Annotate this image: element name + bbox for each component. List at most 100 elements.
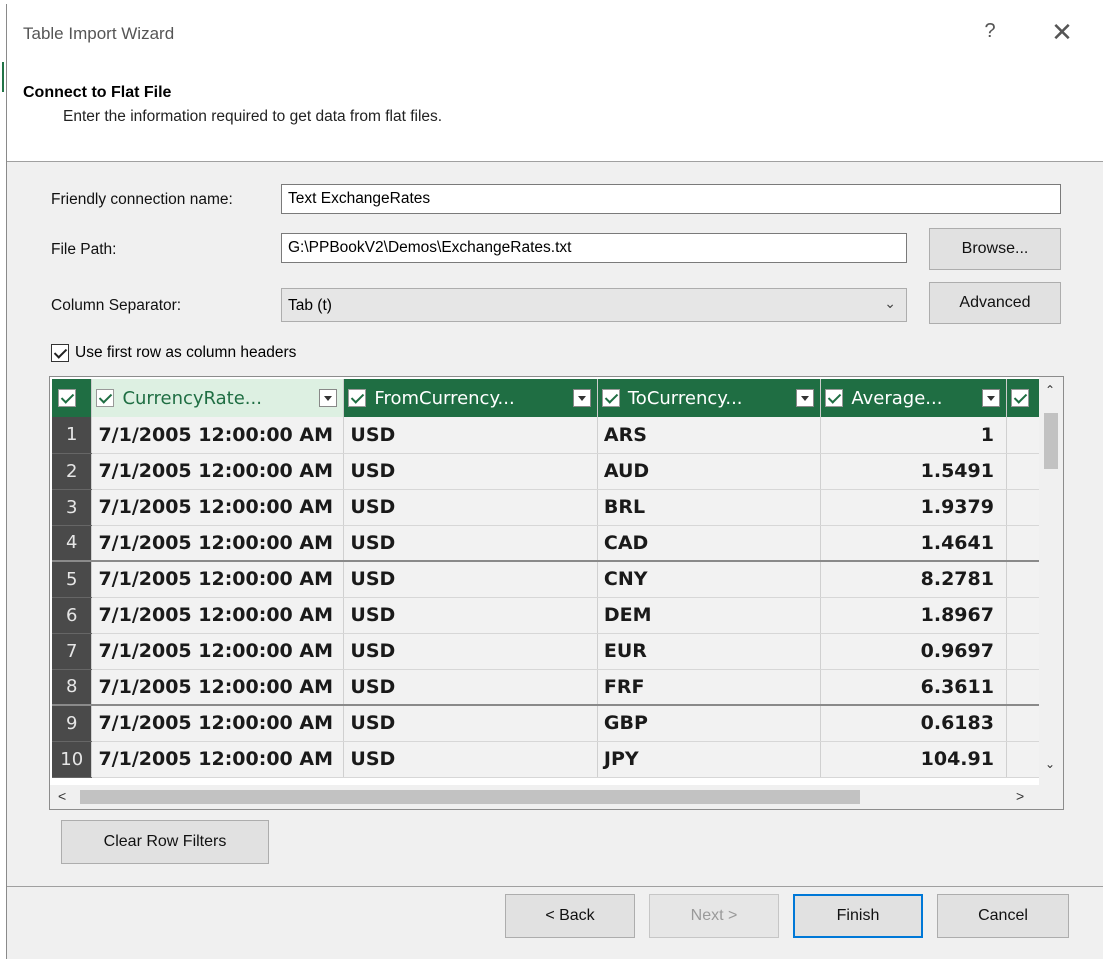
wizard-header: Connect to Flat File Enter the informati… bbox=[7, 62, 1103, 162]
cell-from-currency: USD bbox=[343, 633, 598, 670]
column-checkbox[interactable] bbox=[825, 388, 844, 407]
cell-partial bbox=[1006, 741, 1043, 778]
filter-dropdown-icon[interactable] bbox=[981, 389, 1000, 407]
cell-from-currency: USD bbox=[343, 597, 598, 634]
advanced-button[interactable]: Advanced bbox=[929, 282, 1061, 324]
clear-row-filters-button[interactable]: Clear Row Filters bbox=[61, 820, 269, 864]
browse-button[interactable]: Browse... bbox=[929, 228, 1061, 270]
table-row[interactable]: 5 7/1/2005 12:00:00 AM USD CNY 8.2781 bbox=[52, 561, 1043, 598]
header-row: CurrencyRate... FromCurrency... ToCurren… bbox=[52, 379, 1043, 417]
filter-dropdown-icon[interactable] bbox=[796, 389, 815, 407]
scroll-left-icon[interactable]: < bbox=[58, 788, 66, 804]
select-all-checkbox[interactable] bbox=[52, 379, 93, 417]
scroll-right-icon[interactable]: > bbox=[1016, 788, 1024, 804]
row-number: 7 bbox=[52, 633, 93, 670]
cancel-button[interactable]: Cancel bbox=[937, 894, 1069, 938]
next-button[interactable]: Next > bbox=[649, 894, 779, 938]
column-checkbox[interactable] bbox=[601, 388, 620, 407]
column-separator-select[interactable]: Tab (t) ⌄ bbox=[281, 288, 907, 322]
table-row[interactable]: 7 7/1/2005 12:00:00 AM USD EUR 0.9697 bbox=[52, 633, 1043, 670]
column-header-partial[interactable] bbox=[1006, 379, 1043, 417]
column-header-currencyrate[interactable]: CurrencyRate... bbox=[91, 379, 345, 417]
cell-average-rate: 1.9379 bbox=[820, 489, 1007, 526]
vertical-scrollbar[interactable]: ⌃ ⌄ bbox=[1039, 377, 1063, 787]
table-row[interactable]: 4 7/1/2005 12:00:00 AM USD CAD 1.4641 bbox=[52, 525, 1043, 562]
cell-average-rate: 1.5491 bbox=[820, 453, 1007, 490]
cell-to-currency: BRL bbox=[597, 489, 822, 526]
cell-to-currency: CAD bbox=[597, 525, 822, 562]
vertical-scroll-thumb[interactable] bbox=[1044, 413, 1058, 469]
cell-average-rate: 1 bbox=[820, 417, 1007, 454]
table-row[interactable]: 6 7/1/2005 12:00:00 AM USD DEM 1.8967 bbox=[52, 597, 1043, 634]
column-separator-label: Column Separator: bbox=[51, 297, 182, 314]
cell-to-currency: GBP bbox=[597, 705, 822, 742]
column-header-tocurrency[interactable]: ToCurrency... bbox=[597, 379, 822, 417]
scroll-down-icon[interactable]: ⌄ bbox=[1045, 757, 1055, 771]
cell-average-rate: 104.91 bbox=[820, 741, 1007, 778]
cell-partial bbox=[1006, 489, 1043, 526]
cell-from-currency: USD bbox=[343, 525, 598, 562]
column-checkbox[interactable] bbox=[348, 388, 367, 407]
column-checkbox[interactable] bbox=[1010, 388, 1029, 407]
cell-currency-rate-date: 7/1/2005 12:00:00 AM bbox=[91, 705, 345, 742]
first-row-headers-option[interactable]: Use first row as column headers bbox=[51, 342, 296, 364]
row-number: 8 bbox=[52, 669, 93, 706]
table-row[interactable]: 3 7/1/2005 12:00:00 AM USD BRL 1.9379 bbox=[52, 489, 1043, 526]
table-row[interactable]: 10 7/1/2005 12:00:00 AM USD JPY 104.91 bbox=[52, 741, 1043, 778]
cell-partial bbox=[1006, 525, 1043, 562]
friendly-name-input[interactable]: Text ExchangeRates bbox=[281, 184, 1061, 214]
cell-from-currency: USD bbox=[343, 705, 598, 742]
cell-partial bbox=[1006, 417, 1043, 454]
cell-currency-rate-date: 7/1/2005 12:00:00 AM bbox=[91, 417, 345, 454]
cell-partial bbox=[1006, 705, 1043, 742]
column-name: CurrencyRate... bbox=[122, 387, 262, 409]
table-row[interactable]: 1 7/1/2005 12:00:00 AM USD ARS 1 bbox=[52, 417, 1043, 454]
horizontal-scroll-thumb[interactable] bbox=[80, 790, 860, 804]
cell-to-currency: CNY bbox=[597, 561, 822, 598]
table-row[interactable]: 9 7/1/2005 12:00:00 AM USD GBP 0.6183 bbox=[52, 705, 1043, 742]
column-header-fromcurrency[interactable]: FromCurrency... bbox=[343, 379, 598, 417]
cell-currency-rate-date: 7/1/2005 12:00:00 AM bbox=[91, 489, 345, 526]
cell-currency-rate-date: 7/1/2005 12:00:00 AM bbox=[91, 633, 345, 670]
row-number: 2 bbox=[52, 453, 93, 490]
cell-partial bbox=[1006, 669, 1043, 706]
filter-dropdown-icon[interactable] bbox=[572, 389, 591, 407]
table-import-wizard-dialog: Table Import Wizard ? ✕ Connect to Flat … bbox=[6, 4, 1103, 959]
cell-average-rate: 6.3611 bbox=[820, 669, 1007, 706]
column-name: ToCurrency... bbox=[627, 387, 743, 409]
row-number: 4 bbox=[52, 525, 93, 562]
finish-button[interactable]: Finish bbox=[793, 894, 923, 938]
back-button[interactable]: < Back bbox=[505, 894, 635, 938]
cell-to-currency: FRF bbox=[597, 669, 822, 706]
row-number: 9 bbox=[52, 705, 93, 742]
row-number: 1 bbox=[52, 417, 93, 454]
grid-body: 1 7/1/2005 12:00:00 AM USD ARS 1 2 7/1/2005 12… bbox=[52, 417, 1043, 778]
cell-partial bbox=[1006, 453, 1043, 490]
grid-viewport: CurrencyRate... FromCurrency... ToCurren… bbox=[52, 379, 1043, 779]
table-row[interactable]: 8 7/1/2005 12:00:00 AM USD FRF 6.3611 bbox=[52, 669, 1043, 706]
chevron-down-icon: ⌄ bbox=[884, 295, 896, 311]
cell-average-rate: 0.9697 bbox=[820, 633, 1007, 670]
help-icon[interactable]: ? bbox=[977, 20, 1003, 48]
horizontal-scrollbar[interactable]: < > bbox=[50, 785, 1063, 809]
file-path-input[interactable]: G:\PPBookV2\Demos\ExchangeRates.txt bbox=[281, 233, 907, 263]
cell-average-rate: 8.2781 bbox=[820, 561, 1007, 598]
first-row-headers-checkbox[interactable] bbox=[51, 344, 69, 362]
window-title: Table Import Wizard bbox=[23, 24, 175, 43]
check-icon bbox=[58, 388, 76, 407]
filter-dropdown-icon[interactable] bbox=[319, 389, 338, 407]
scroll-up-icon[interactable]: ⌃ bbox=[1045, 383, 1055, 397]
preview-table: CurrencyRate... FromCurrency... ToCurren… bbox=[52, 379, 1043, 778]
page-title: Connect to Flat File bbox=[23, 84, 172, 101]
column-checkbox[interactable] bbox=[96, 388, 115, 407]
close-icon[interactable]: ✕ bbox=[1047, 18, 1077, 48]
cell-from-currency: USD bbox=[343, 741, 598, 778]
friendly-name-label: Friendly connection name: bbox=[51, 191, 233, 208]
column-header-average[interactable]: Average... bbox=[820, 379, 1007, 417]
first-row-headers-label: Use first row as column headers bbox=[75, 344, 297, 361]
cell-currency-rate-date: 7/1/2005 12:00:00 AM bbox=[91, 525, 345, 562]
table-row[interactable]: 2 7/1/2005 12:00:00 AM USD AUD 1.5491 bbox=[52, 453, 1043, 490]
cell-currency-rate-date: 7/1/2005 12:00:00 AM bbox=[91, 741, 345, 778]
page-subtitle: Enter the information required to get da… bbox=[63, 108, 443, 125]
row-number: 5 bbox=[52, 561, 93, 598]
